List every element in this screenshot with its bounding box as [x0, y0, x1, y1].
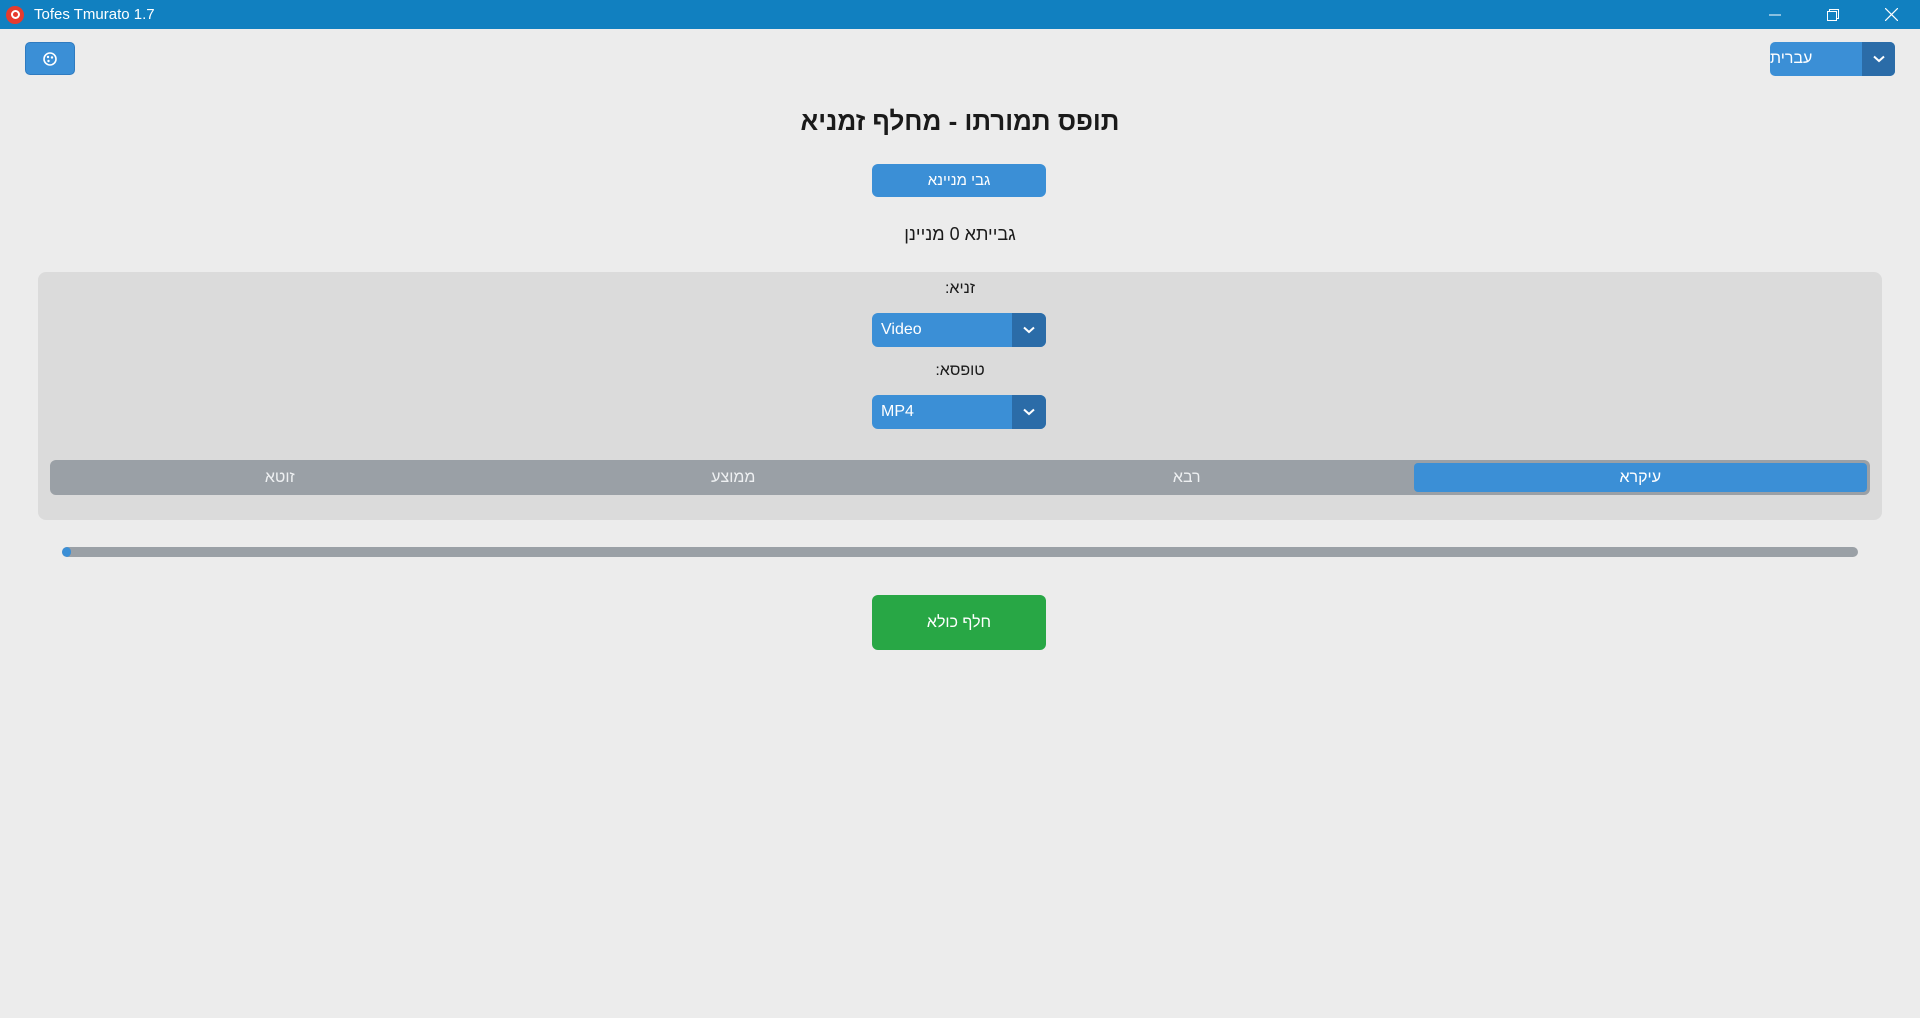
quality-option-low[interactable]: זוטא	[53, 463, 507, 492]
chevron-down-icon	[1012, 313, 1046, 347]
app-logo-icon	[6, 5, 24, 24]
restore-icon[interactable]	[1804, 0, 1862, 29]
palette-icon	[43, 51, 57, 66]
close-icon[interactable]	[1862, 0, 1920, 29]
quality-option-medium[interactable]: ממוצע	[507, 463, 961, 492]
format-selected-value: MP4	[881, 403, 914, 420]
type-select[interactable]: Video	[872, 313, 1046, 347]
format-select[interactable]: MP4	[872, 395, 1046, 429]
format-label: טופסא:	[935, 362, 985, 379]
language-selected-value: עברית	[1770, 50, 1813, 67]
title-bar: Tofes Tmurato 1.7	[0, 0, 1920, 29]
theme-toggle-button[interactable]	[25, 42, 75, 75]
type-label: זניא:	[944, 280, 976, 297]
minimize-icon[interactable]	[1746, 0, 1804, 29]
settings-panel: זניא: Video טופסא: MP4 עיקרא רבא ממוצע ז…	[38, 272, 1882, 520]
convert-all-button[interactable]: חלף כולא	[872, 595, 1046, 650]
quality-option-highest[interactable]: עיקרא	[1413, 463, 1867, 492]
progress-bar-fill	[62, 547, 71, 557]
chevron-down-icon	[1012, 395, 1046, 429]
chevron-down-icon	[1862, 42, 1895, 76]
type-selected-value: Video	[881, 321, 922, 338]
collected-status: גבייתא 0 מניינן	[904, 224, 1016, 244]
quality-segmented-control: עיקרא רבא ממוצע זוטא	[50, 460, 1870, 495]
progress-bar	[62, 547, 1858, 557]
collect-items-button[interactable]: גבי מניינא	[872, 164, 1046, 197]
window-title: Tofes Tmurato 1.7	[34, 6, 155, 23]
page-title: תופס תמורתו - מחלף זמניא	[800, 106, 1120, 136]
window-controls	[1746, 0, 1920, 29]
language-select[interactable]: עברית	[1770, 42, 1895, 76]
quality-option-high[interactable]: רבא	[960, 463, 1414, 492]
